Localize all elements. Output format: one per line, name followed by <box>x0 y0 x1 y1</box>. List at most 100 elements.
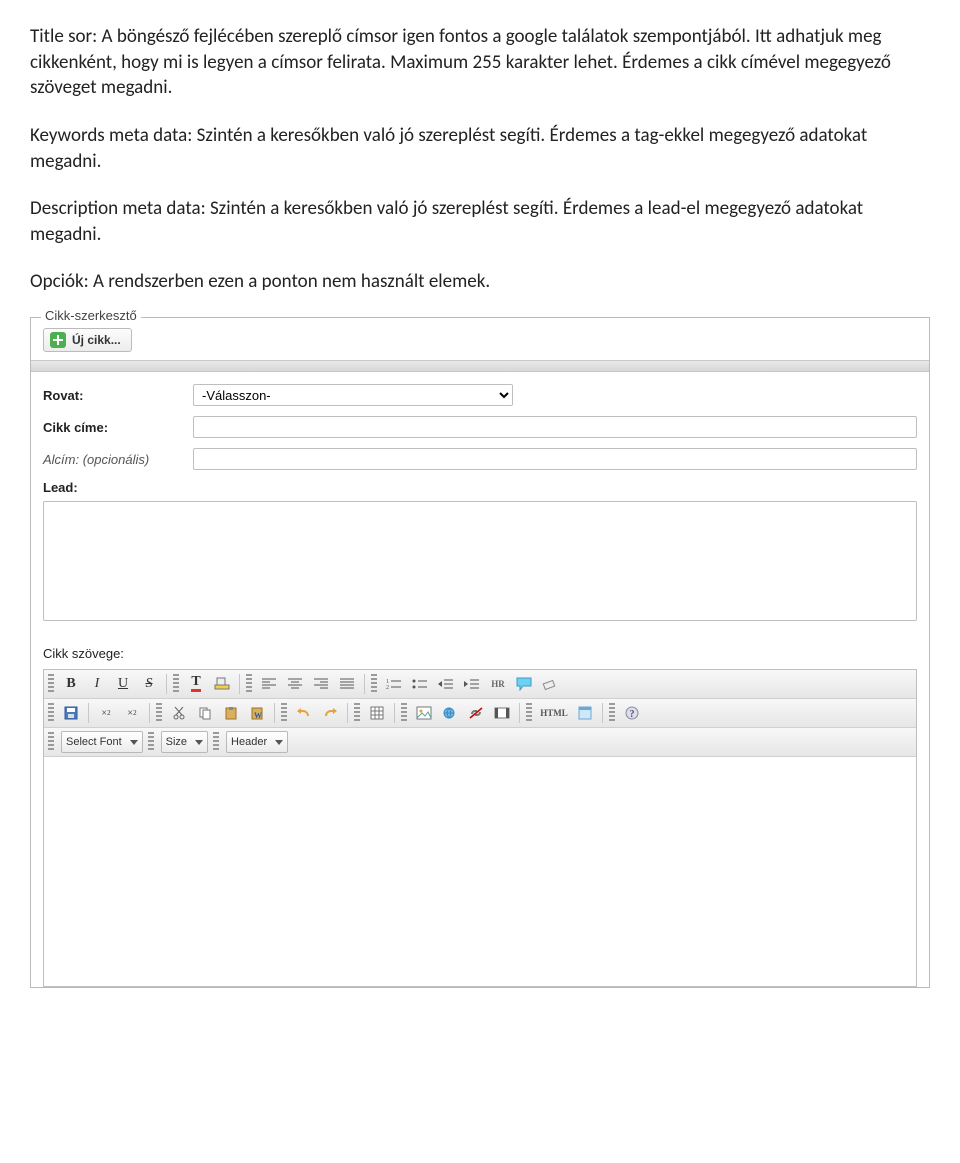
font-size-select[interactable]: Size <box>161 731 208 753</box>
indent-icon <box>464 678 480 690</box>
outdent-button[interactable] <box>434 673 458 695</box>
font-family-select[interactable]: Select Font <box>61 731 143 753</box>
unordered-list-button[interactable] <box>408 673 432 695</box>
lead-label: Lead: <box>43 480 917 495</box>
subscript-button[interactable]: ×2 <box>94 702 118 724</box>
header-format-select[interactable]: Header <box>226 731 288 753</box>
table-icon <box>370 706 384 720</box>
paste-from-word-button[interactable]: W <box>245 702 269 724</box>
strikethrough-button[interactable]: S <box>137 673 161 695</box>
undo-icon <box>296 706 312 720</box>
separator <box>166 674 167 694</box>
html-source-button[interactable]: HTML <box>537 702 571 724</box>
speech-bubble-icon <box>516 677 532 691</box>
doc-paragraph-options: Opciók: A rendszerben ezen a ponton nem … <box>30 269 930 295</box>
scissors-icon <box>172 706 186 720</box>
fullscreen-button[interactable] <box>573 702 597 724</box>
image-icon <box>416 706 432 720</box>
toolbar-handle <box>246 674 252 694</box>
film-icon <box>494 706 510 720</box>
redo-icon <box>322 706 338 720</box>
unlink-button[interactable] <box>464 702 488 724</box>
insert-table-button[interactable] <box>365 702 389 724</box>
ordered-list-button[interactable]: 12 <box>382 673 406 695</box>
toolbar-handle <box>281 703 287 723</box>
text-color-glyph: T <box>191 676 200 692</box>
bold-button[interactable]: B <box>59 673 83 695</box>
toolbar-handle <box>173 674 179 694</box>
rich-text-toolbar: B I U S T <box>43 669 917 757</box>
insert-video-button[interactable] <box>490 702 514 724</box>
copy-button[interactable] <box>193 702 217 724</box>
text-color-button[interactable]: T <box>184 673 208 695</box>
indent-button[interactable] <box>460 673 484 695</box>
copy-icon <box>198 706 212 720</box>
toolbar-handle <box>371 674 377 694</box>
chevron-down-icon <box>195 740 203 745</box>
editor-legend: Cikk-szerkesztő <box>41 308 141 323</box>
ordered-list-icon: 12 <box>386 678 402 690</box>
align-left-button[interactable] <box>257 673 281 695</box>
superscript-button[interactable]: ×2 <box>120 702 144 724</box>
help-button[interactable]: ? <box>620 702 644 724</box>
separator <box>394 703 395 723</box>
paint-bucket-icon <box>214 677 230 691</box>
clipboard-icon <box>224 706 238 720</box>
font-family-label: Select Font <box>66 736 122 748</box>
toolbar-row-1: B I U S T <box>44 670 916 699</box>
insert-image-button[interactable] <box>412 702 436 724</box>
align-justify-button[interactable] <box>335 673 359 695</box>
insert-link-button[interactable] <box>438 702 462 724</box>
toolbar-handle <box>48 674 54 694</box>
subtitle-label: Alcím: (opcionális) <box>43 452 193 467</box>
undo-button[interactable] <box>292 702 316 724</box>
divider-bar <box>31 360 929 372</box>
new-article-button[interactable]: Új cikk... <box>43 328 132 352</box>
redo-button[interactable] <box>318 702 342 724</box>
link-icon <box>442 706 458 720</box>
svg-text:W: W <box>254 711 262 720</box>
separator <box>274 703 275 723</box>
svg-text:?: ? <box>630 709 635 720</box>
body-editor-area[interactable] <box>43 757 917 987</box>
header-format-label: Header <box>231 736 267 748</box>
separator <box>149 703 150 723</box>
rovat-select[interactable]: -Válasszon- <box>193 384 513 406</box>
underline-button[interactable]: U <box>111 673 135 695</box>
align-left-icon <box>262 678 276 690</box>
toolbar-row-3: Select Font Size Header <box>44 728 916 757</box>
italic-button[interactable]: I <box>85 673 109 695</box>
blockquote-button[interactable] <box>512 673 536 695</box>
align-justify-icon <box>340 678 354 690</box>
floppy-disk-icon <box>64 706 78 720</box>
outdent-icon <box>438 678 454 690</box>
plus-icon <box>50 332 66 348</box>
lead-textarea[interactable] <box>43 501 917 621</box>
chevron-down-icon <box>130 740 138 745</box>
remove-format-button[interactable] <box>538 673 562 695</box>
separator <box>347 703 348 723</box>
paste-button[interactable] <box>219 702 243 724</box>
subtitle-input[interactable] <box>193 448 917 470</box>
toolbar-handle <box>354 703 360 723</box>
align-right-button[interactable] <box>309 673 333 695</box>
background-color-button[interactable] <box>210 673 234 695</box>
clipboard-word-icon: W <box>250 706 264 720</box>
svg-text:2: 2 <box>386 685 389 690</box>
chevron-down-icon <box>275 740 283 745</box>
toolbar-row-2: ×2 ×2 W <box>44 699 916 728</box>
font-size-label: Size <box>166 736 187 748</box>
help-icon: ? <box>625 706 639 720</box>
save-button[interactable] <box>59 702 83 724</box>
fullscreen-icon <box>578 706 592 720</box>
horizontal-rule-button[interactable]: HR <box>486 673 510 695</box>
title-label: Cikk címe: <box>43 420 193 435</box>
title-input[interactable] <box>193 416 917 438</box>
body-label: Cikk szövege: <box>43 646 917 661</box>
doc-paragraph-keywords: Keywords meta data: Szintén a keresőkben… <box>30 123 930 174</box>
separator <box>239 674 240 694</box>
doc-paragraph-title: Title sor: A böngésző fejlécében szerepl… <box>30 24 930 101</box>
toolbar-handle <box>156 703 162 723</box>
align-center-button[interactable] <box>283 673 307 695</box>
cut-button[interactable] <box>167 702 191 724</box>
